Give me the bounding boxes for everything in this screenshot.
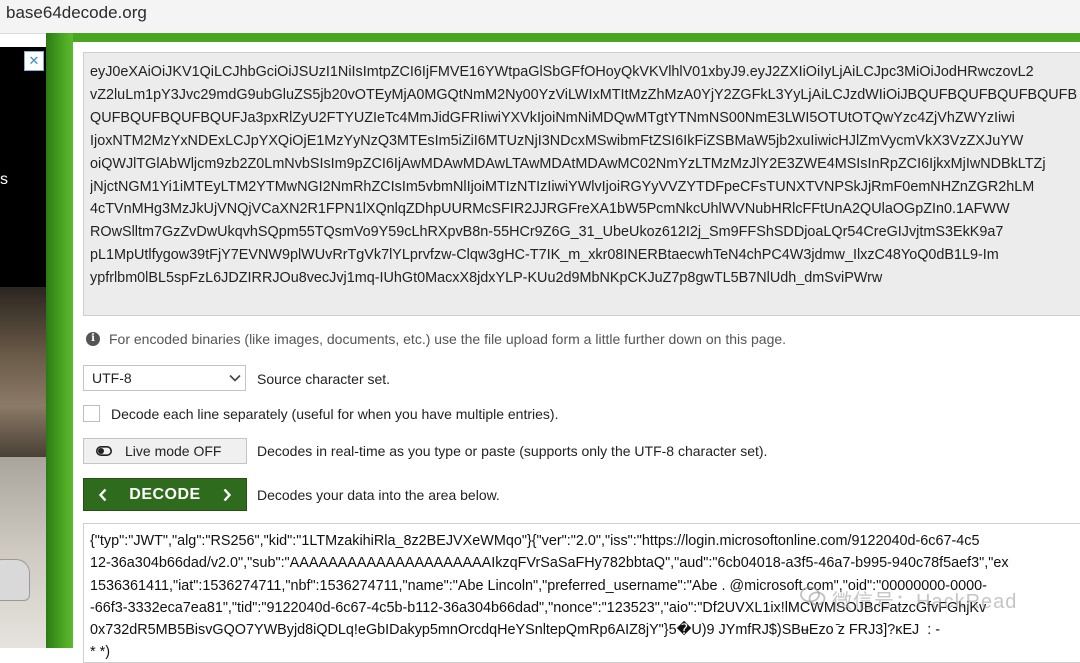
- info-text: For encoded binaries (like images, docum…: [109, 331, 787, 347]
- encoded-text[interactable]: eyJ0eXAiOiJKV1QiLCJhbGciOiJSUzI1NiIsImtp…: [90, 61, 1080, 290]
- decode-description: Decodes your data into the area below.: [257, 487, 500, 503]
- chevron-right-icon: [223, 488, 232, 502]
- ad-city-image: [0, 287, 46, 457]
- decode-button[interactable]: DECODE: [83, 478, 247, 511]
- info-icon: i: [86, 332, 100, 346]
- encoded-input-textarea[interactable]: eyJ0eXAiOiJKV1QiLCJhbGciOiJSUzI1NiIsImtp…: [83, 52, 1080, 316]
- charset-label: Source character set.: [257, 371, 391, 387]
- live-mode-description: Decodes in real-time as you type or past…: [257, 443, 768, 459]
- side-advertisement[interactable]: ✕ s: [0, 47, 46, 648]
- live-mode-toggle-button[interactable]: Live mode OFF: [83, 438, 247, 464]
- charset-select[interactable]: UTF-8: [83, 365, 246, 391]
- green-frame-left: [46, 33, 73, 648]
- decode-each-line-label[interactable]: Decode each line separately (useful for …: [111, 406, 558, 422]
- charset-value: UTF-8: [92, 370, 132, 386]
- ad-close-icon[interactable]: ✕: [24, 51, 44, 71]
- ad-side-text: s: [0, 171, 8, 188]
- address-url[interactable]: base64decode.org: [6, 3, 147, 23]
- toggle-off-icon: [96, 446, 112, 456]
- wechat-icon: [800, 586, 826, 606]
- chevron-down-icon: [229, 374, 241, 382]
- live-mode-label: Live mode OFF: [125, 443, 222, 459]
- decode-each-line-checkbox[interactable]: [83, 405, 100, 422]
- ad-car-image: [0, 559, 30, 601]
- watermark-text: 微信号：HackRead: [832, 591, 1018, 613]
- green-frame-top: [73, 33, 1080, 42]
- browser-address-bar[interactable]: base64decode.org: [0, 0, 1080, 34]
- ad-road-image: [0, 457, 46, 648]
